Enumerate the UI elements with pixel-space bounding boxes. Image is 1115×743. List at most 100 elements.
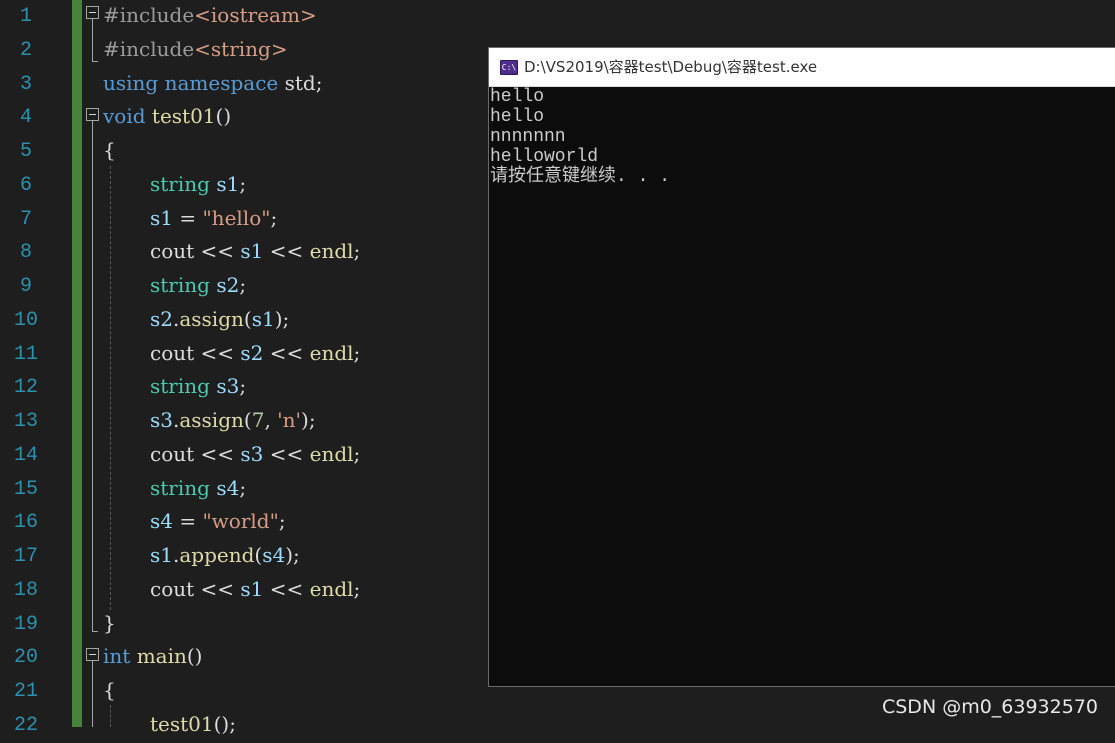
console-title-bar[interactable]: C:\ D:\VS2019\容器test\Debug\容器test.exe — [489, 48, 1115, 87]
code-token: s3 — [216, 374, 240, 399]
code-line[interactable]: s3.assign(7, 'n'); — [150, 403, 316, 437]
console-line: hello — [490, 107, 545, 127]
code-token: cout << — [150, 239, 241, 264]
code-token: append — [179, 543, 255, 567]
code-line[interactable]: void test01() — [103, 99, 231, 133]
code-token: string — [150, 475, 210, 500]
line-number: 3 — [19, 72, 32, 96]
code-token: "world" — [202, 509, 279, 534]
line-number: 20 — [13, 646, 38, 670]
code-token: s3 — [240, 441, 264, 466]
code-line[interactable]: s4 = "world"; — [150, 504, 286, 538]
fold-toggle-icon[interactable] — [86, 108, 99, 121]
code-token: #include — [103, 36, 195, 61]
code-token: s2 — [240, 340, 264, 365]
change-tracking-bar — [72, 0, 82, 727]
line-number: 17 — [13, 545, 38, 568]
code-token: using — [103, 70, 159, 95]
line-number-gutter: 1 2 3 4 5 6 7 8 9 10 11 12 13 14 15 16 17 18 19 20 21 22 — [0, 0, 72, 737]
code-token: ; — [239, 374, 247, 399]
code-token: { — [103, 138, 116, 162]
code-token: s3 — [150, 408, 173, 432]
line-number: 14 — [13, 443, 38, 467]
code-token: { — [103, 678, 116, 702]
code-token: s1 — [150, 205, 173, 230]
console-window[interactable]: C:\ D:\VS2019\容器test\Debug\容器test.exe he… — [488, 47, 1115, 687]
code-line[interactable]: string s3; — [150, 369, 246, 403]
code-line[interactable]: #include<string> — [103, 32, 288, 66]
console-line: hello — [490, 87, 545, 107]
code-token: ; — [239, 475, 247, 500]
line-number: 11 — [13, 342, 38, 366]
code-line[interactable]: using namespace std; — [103, 66, 322, 100]
code-line[interactable]: s1 = "hello"; — [150, 201, 277, 235]
code-token: s2 — [216, 273, 240, 297]
code-line[interactable]: s1.append(s4); — [150, 538, 300, 572]
line-number: 8 — [19, 241, 32, 265]
code-token: s1 — [240, 576, 264, 601]
code-line[interactable]: string s4; — [150, 471, 246, 505]
line-number: 15 — [13, 477, 38, 501]
code-line[interactable]: #include<iostream> — [103, 0, 317, 32]
code-token: << — [263, 576, 310, 601]
code-token: ( — [243, 306, 252, 331]
code-token: string — [150, 273, 210, 297]
code-token: ; — [270, 205, 278, 230]
code-token: namespace — [164, 70, 279, 95]
code-token: s1 — [150, 543, 173, 567]
code-token: s4 — [262, 543, 286, 567]
code-token: (); — [213, 711, 236, 736]
indent-guide — [110, 705, 111, 727]
code-token: ; — [353, 576, 361, 601]
line-number: 18 — [13, 578, 38, 602]
indent-guide — [110, 166, 111, 610]
code-token: , — [264, 408, 278, 432]
line-number: 7 — [19, 207, 32, 231]
console-line: helloworld — [490, 147, 599, 167]
line-number: 22 — [13, 713, 38, 737]
code-token: 'n' — [277, 408, 302, 432]
fold-toggle-icon[interactable] — [86, 648, 99, 661]
console-line: 请按任意键继续. . . — [490, 167, 671, 187]
line-number: 12 — [13, 376, 38, 400]
code-line[interactable]: string s1; — [150, 167, 246, 201]
code-token: cout << — [150, 340, 241, 365]
code-token: string — [150, 171, 210, 196]
code-token: } — [103, 610, 116, 635]
code-token: main — [136, 644, 187, 669]
code-token: = — [173, 509, 203, 534]
code-token: << — [263, 340, 310, 365]
code-line[interactable]: cout << s2 << endl; — [150, 336, 360, 370]
console-app-icon: C:\ — [500, 60, 518, 75]
code-token: endl — [309, 576, 354, 601]
fold-line — [92, 19, 93, 61]
line-number: 6 — [19, 173, 32, 197]
code-token: cout << — [150, 576, 241, 601]
code-line[interactable]: cout << s1 << endl; — [150, 234, 360, 268]
code-line[interactable]: } — [103, 606, 116, 640]
fold-toggle-icon[interactable] — [86, 6, 99, 19]
code-token: ; — [239, 273, 247, 297]
code-token: = — [173, 205, 203, 230]
code-line[interactable]: s2.assign(s1); — [150, 302, 289, 336]
code-token: test01 — [151, 104, 216, 129]
code-line[interactable]: { — [103, 133, 116, 167]
code-token: ( — [243, 408, 252, 432]
code-token: s1 — [251, 306, 275, 331]
fold-end — [92, 631, 98, 632]
console-output: hello hello nnnnnnn helloworld 请按任意键继续. … — [490, 87, 1115, 686]
code-line[interactable]: { — [103, 673, 116, 707]
code-token: ); — [285, 543, 300, 567]
code-line[interactable]: int main() — [103, 639, 202, 673]
line-number: 13 — [13, 410, 38, 433]
code-token: <iostream> — [194, 3, 317, 27]
code-line[interactable]: cout << s1 << endl; — [150, 572, 360, 606]
code-token: <string> — [194, 36, 288, 61]
code-line[interactable]: cout << s3 << endl; — [150, 437, 360, 471]
code-line[interactable]: string s2; — [150, 268, 246, 302]
code-token: ; — [353, 441, 361, 466]
line-number: 16 — [13, 511, 38, 535]
code-token: test01 — [150, 711, 214, 736]
code-token: ; — [353, 239, 361, 264]
code-line[interactable]: test01(); — [150, 707, 236, 741]
